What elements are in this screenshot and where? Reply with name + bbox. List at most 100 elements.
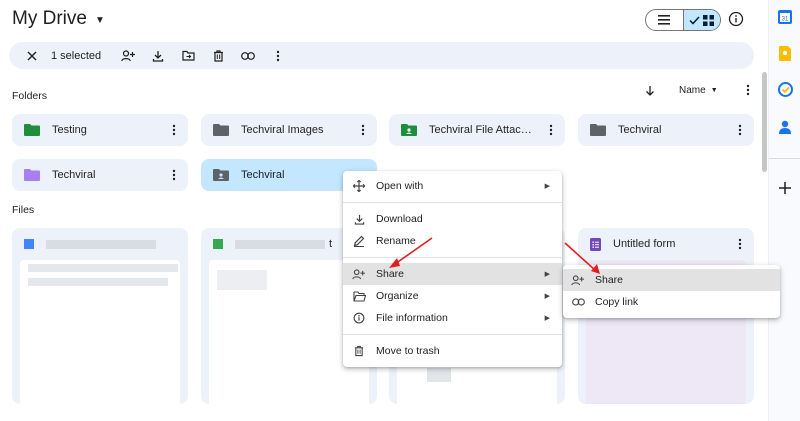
more-vert-icon[interactable] [537,124,565,136]
files-heading: Files [12,204,35,216]
sheet-icon [213,239,223,249]
info-icon [728,11,744,27]
calendar-app-button[interactable]: 31 [769,10,800,24]
person-add-icon [571,273,585,287]
more-vert-icon[interactable] [726,238,754,250]
folder-name: Techviral [618,124,662,136]
blurred-file-name [235,239,325,249]
context-menu: Open with ▶ Download Rename Share ▶ Orga… [343,171,562,367]
folder-name: Testing [52,124,87,136]
share-button[interactable] [113,42,143,69]
side-panel: 31 [768,0,800,421]
folder-card[interactable]: Techviral [578,114,754,146]
menu-item-label: Organize [376,290,419,302]
selection-toolbar: 1 selected [9,42,754,69]
menu-item-label: Move to trash [376,345,440,357]
caret-down-icon: ▼ [94,14,105,26]
calendar-icon: 31 [778,10,792,24]
caret-down-icon: ▼ [710,86,718,94]
more-vert-icon [276,50,280,61]
menu-item-file-information[interactable]: File information ▶ [343,307,562,329]
file-name-fragment: t [329,238,333,250]
list-icon [658,15,671,25]
contacts-icon [779,120,791,134]
move-button[interactable] [173,42,203,69]
delete-button[interactable] [203,42,233,69]
menu-divider [343,334,562,335]
info-button[interactable] [728,11,744,32]
person-add-icon [352,267,366,281]
more-vert-icon[interactable] [726,124,754,136]
menu-divider [343,257,562,258]
file-card-header: Untitled form [578,228,754,260]
chevron-right-icon: ▶ [544,183,550,190]
check-icon [689,15,700,25]
menu-item-label: Download [376,213,423,225]
divider [769,158,800,159]
folder-icon [24,169,40,181]
list-view-button[interactable] [646,10,683,30]
doc-icon [24,239,34,249]
more-vert-icon[interactable] [160,124,188,136]
copy-link-button[interactable] [233,42,263,69]
menu-item-move-to-trash[interactable]: Move to trash [343,340,562,362]
submenu-item-share[interactable]: Share [563,269,780,291]
file-thumbnail [20,260,180,404]
menu-item-download[interactable]: Download [343,208,562,230]
keep-icon [779,46,791,61]
folder-name: Techviral Images [241,124,324,136]
link-icon [241,51,256,60]
keep-app-button[interactable] [769,46,800,61]
person-add-icon [120,49,135,61]
menu-item-label: File information [376,312,448,324]
chevron-right-icon: ▶ [544,293,550,300]
folder-card[interactable]: Techviral [12,159,188,191]
pencil-icon [352,234,366,248]
tasks-app-button[interactable] [769,82,800,97]
plus-icon [779,182,791,194]
shared-folder-icon [213,169,229,181]
menu-item-organize[interactable]: Organize ▶ [343,285,562,307]
sort-by-button[interactable]: Name ▼ [679,85,718,96]
arrow-down-icon[interactable] [645,85,655,96]
chevron-right-icon: ▶ [544,271,550,278]
file-card[interactable] [12,228,188,404]
tasks-icon [777,82,793,97]
menu-item-open-with[interactable]: Open with ▶ [343,175,562,197]
trash-icon [213,49,223,62]
clear-selection-button[interactable] [17,42,47,69]
trash-icon [352,344,366,358]
folder-icon [213,124,229,136]
folder-card[interactable]: Techviral File Attachm... [389,114,565,146]
menu-item-rename[interactable]: Rename [343,230,562,252]
menu-item-share[interactable]: Share ▶ [343,263,562,285]
view-toggle [645,9,721,31]
more-vert-icon[interactable] [160,169,188,181]
forms-icon [590,237,601,251]
scrollbar[interactable] [762,72,767,172]
folder-move-icon [182,50,195,61]
shared-folder-icon [401,124,417,136]
folder-open-icon [352,289,366,303]
my-drive-title[interactable]: My Drive ▼ [12,8,105,30]
folder-card[interactable]: Testing [12,114,188,146]
menu-item-label: Rename [376,235,416,247]
submenu-item-copy-link[interactable]: Copy link [563,291,780,313]
close-icon [27,51,37,60]
svg-text:31: 31 [782,17,789,23]
folder-name: Techviral [52,169,96,181]
download-button[interactable] [143,42,173,69]
grid-view-button[interactable] [682,10,720,30]
download-icon [153,50,164,62]
blurred-file-name [46,239,156,249]
file-card-header [12,228,188,260]
folder-icon [590,124,606,136]
more-actions-button[interactable] [263,42,293,69]
more-vert-icon[interactable] [349,124,377,136]
contacts-app-button[interactable] [769,120,800,134]
grid-icon [703,14,715,26]
folder-name: Techviral File Attachm... [429,124,537,136]
more-vert-icon[interactable] [746,84,750,96]
folder-card[interactable]: Techviral Images [201,114,377,146]
get-addons-button[interactable] [769,182,800,194]
